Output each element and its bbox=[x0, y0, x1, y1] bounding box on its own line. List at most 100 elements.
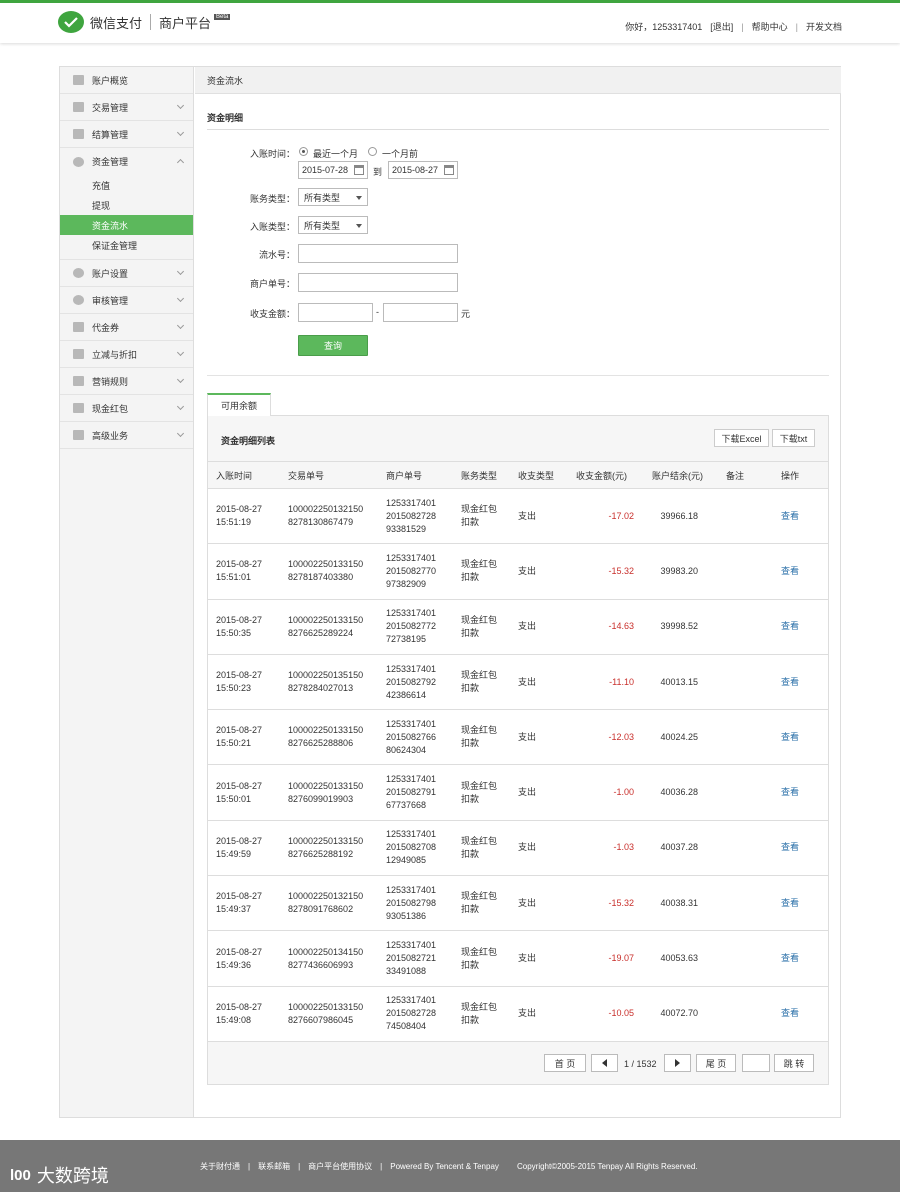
view-link[interactable]: 查看 bbox=[773, 654, 828, 709]
merchant-no-label: 商户单号： bbox=[249, 279, 295, 289]
cell-amount: -17.02 bbox=[608, 510, 634, 521]
page-info: 1 / 1532 bbox=[624, 1059, 657, 1069]
radio-recent-month[interactable] bbox=[299, 147, 308, 156]
cell-merchant-no: 1253317401 2015082798 93051386 bbox=[378, 876, 453, 931]
view-link[interactable]: 查看 bbox=[773, 489, 828, 544]
jump-button[interactable]: 跳 转 bbox=[774, 1054, 814, 1072]
sidebar-item-advanced[interactable]: 高级业务 bbox=[60, 422, 193, 449]
logout-link[interactable]: [退出] bbox=[710, 20, 733, 33]
view-link[interactable]: 查看 bbox=[773, 820, 828, 875]
view-link[interactable]: 查看 bbox=[773, 876, 828, 931]
radio-older-month[interactable] bbox=[368, 147, 377, 156]
tx-no-part: 8276099019903 bbox=[288, 793, 354, 804]
sidebar-subitem-recharge[interactable]: 充值 bbox=[60, 175, 193, 195]
view-link[interactable]: 查看 bbox=[773, 599, 828, 654]
view-link[interactable]: 查看 bbox=[773, 710, 828, 765]
footer-divider: | bbox=[248, 1162, 251, 1171]
cell-transaction-no: 100002250133150 8276099019903 bbox=[280, 765, 378, 820]
sidebar-item-discounts[interactable]: 立减与折扣 bbox=[60, 341, 193, 368]
tx-no-part: 8277436606993 bbox=[288, 959, 354, 970]
sidebar-item-label: 代金券 bbox=[92, 322, 120, 333]
card-icon bbox=[73, 102, 84, 112]
radio-older-month-label[interactable]: 一个月前 bbox=[382, 147, 418, 160]
sidebar-item-account-overview[interactable]: 账户概览 bbox=[60, 67, 193, 94]
dev-docs-link[interactable]: 开发文档 bbox=[806, 20, 842, 33]
sidebar-item-label: 账户概览 bbox=[92, 75, 129, 86]
account-type-select[interactable]: 所有类型 bbox=[298, 188, 368, 206]
tab-available-balance[interactable]: 可用余额 bbox=[207, 393, 271, 416]
date-from-input[interactable]: 2015-07-28 bbox=[298, 161, 368, 179]
nav-divider: | bbox=[741, 21, 744, 32]
serial-no-input[interactable] bbox=[298, 244, 458, 263]
calendar-icon[interactable] bbox=[444, 165, 454, 175]
table-row: 2015-08-27 15:50:35 100002250133150 8276625… bbox=[208, 599, 828, 655]
sidebar-item-settlement[interactable]: 结算管理 bbox=[60, 121, 193, 148]
sidebar-item-funds[interactable]: 资金管理 bbox=[60, 148, 193, 175]
chevron-down-icon bbox=[176, 375, 185, 384]
radio-recent-month-label[interactable]: 最近一个月 bbox=[313, 147, 358, 160]
date-to-input[interactable]: 2015-08-27 bbox=[388, 161, 458, 179]
tx-no-part: 100002250134150 bbox=[288, 946, 364, 957]
merchant-no-input[interactable] bbox=[298, 273, 458, 292]
account-type-part: 扣款 bbox=[461, 1014, 480, 1025]
cell-entry-time: 2015-08-27 15:49:37 bbox=[208, 876, 280, 931]
cell-merchant-no: 1253317401 2015082766 80624304 bbox=[378, 710, 453, 765]
download-txt-button[interactable]: 下载txt bbox=[772, 429, 815, 447]
view-link[interactable]: 查看 bbox=[773, 986, 828, 1041]
account-type-part: 现金红包 bbox=[461, 891, 498, 902]
cell-io-type: 支出 bbox=[518, 621, 537, 632]
sidebar-subitem-fund-flow[interactable]: 资金流水 bbox=[60, 215, 193, 235]
download-excel-button[interactable]: 下载Excel bbox=[714, 429, 769, 447]
sidebar-item-coupons[interactable]: 代金券 bbox=[60, 314, 193, 341]
top-header: 微信支付 商户平台 Beta 你好，1253317401 [退出] | 帮助中心… bbox=[0, 0, 900, 43]
cell-merchant-no: 1253317401 2015082772 72738195 bbox=[378, 599, 453, 654]
footer-divider: | bbox=[298, 1162, 301, 1171]
entry-clock: 15:50:01 bbox=[216, 793, 252, 804]
query-button[interactable]: 查询 bbox=[298, 335, 368, 356]
grid-icon bbox=[73, 75, 84, 85]
page-number-input[interactable] bbox=[742, 1054, 770, 1072]
sidebar-item-marketing-rules[interactable]: 营销规则 bbox=[60, 368, 193, 395]
sidebar-subitem-withdraw[interactable]: 提现 bbox=[60, 195, 193, 215]
cell-balance: 39966.18 bbox=[660, 510, 698, 521]
sidebar-item-review[interactable]: 审核管理 bbox=[60, 287, 193, 314]
account-type-part: 现金红包 bbox=[461, 559, 498, 570]
cell-merchant-no: 1253317401 2015082728 93381529 bbox=[378, 489, 453, 544]
first-page-button[interactable]: 首 页 bbox=[544, 1054, 586, 1072]
sidebar-item-red-packets[interactable]: 现金红包 bbox=[60, 395, 193, 422]
help-center-link[interactable]: 帮助中心 bbox=[752, 20, 788, 33]
footer-link-agreement[interactable]: 商户平台使用协议 bbox=[308, 1161, 372, 1172]
wechat-pay-logo[interactable]: 微信支付 商户平台 Beta bbox=[58, 11, 231, 33]
entry-date: 2015-08-27 bbox=[216, 559, 263, 570]
amount-min-input[interactable] bbox=[298, 303, 373, 322]
column-header: 收支类型 bbox=[510, 461, 568, 489]
footer-link-contact[interactable]: 联系邮箱 bbox=[258, 1161, 290, 1172]
last-page-button[interactable]: 尾 页 bbox=[696, 1054, 736, 1072]
next-page-button[interactable] bbox=[664, 1054, 691, 1072]
footer-links: 关于财付通 | 联系邮箱 | 商户平台使用协议 | Powered By Ten… bbox=[200, 1161, 698, 1172]
sidebar-item-transactions[interactable]: 交易管理 bbox=[60, 94, 193, 121]
cell-remark bbox=[718, 489, 773, 544]
account-type-part: 现金红包 bbox=[461, 670, 498, 681]
view-link[interactable]: 查看 bbox=[773, 544, 828, 599]
cell-io-type: 支出 bbox=[518, 897, 537, 908]
cell-remark bbox=[718, 820, 773, 875]
cell-io-type: 支出 bbox=[518, 565, 537, 576]
prev-page-button[interactable] bbox=[591, 1054, 618, 1072]
entry-type-select[interactable]: 所有类型 bbox=[298, 216, 368, 234]
user-greeting: 你好，1253317401 bbox=[625, 22, 703, 32]
merchant-no-part: 2015082721 bbox=[386, 953, 437, 964]
watermark: l00 大数跨境 bbox=[10, 1162, 109, 1188]
fund-detail-panel: 资金明细列表 下载Excel 下载txt 入账时间 交易单号 商户单号 账务类型… bbox=[207, 415, 829, 1085]
nav-divider: | bbox=[795, 21, 798, 32]
view-link[interactable]: 查看 bbox=[773, 931, 828, 986]
calendar-icon[interactable] bbox=[354, 165, 364, 175]
amount-unit: 元 bbox=[461, 309, 471, 319]
view-link[interactable]: 查看 bbox=[773, 765, 828, 820]
sidebar-item-account-settings[interactable]: 账户设置 bbox=[60, 260, 193, 287]
cell-amount: -19.07 bbox=[608, 953, 634, 964]
layers-icon bbox=[73, 430, 84, 440]
sidebar-subitem-deposit[interactable]: 保证金管理 bbox=[60, 235, 193, 255]
amount-max-input[interactable] bbox=[383, 303, 458, 322]
footer-link-about[interactable]: 关于财付通 bbox=[200, 1161, 240, 1172]
